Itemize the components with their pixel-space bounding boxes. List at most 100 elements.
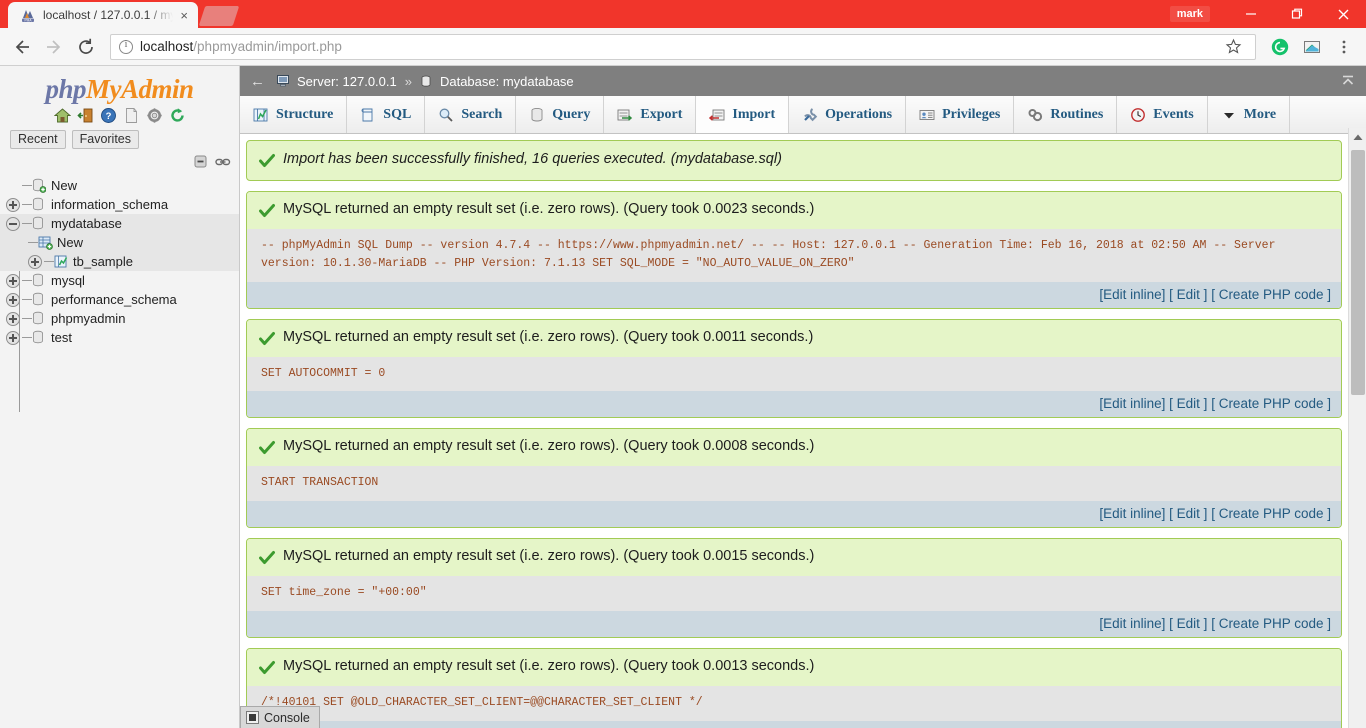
tab-query[interactable]: Query xyxy=(516,96,605,133)
phpmyadmin-logo[interactable]: phpMyAdmin xyxy=(0,76,239,103)
site-info-icon[interactable] xyxy=(119,39,133,54)
chevron-down-icon xyxy=(1221,107,1237,123)
collapse-all-icon[interactable] xyxy=(194,154,210,170)
grammarly-icon[interactable] xyxy=(1266,33,1294,61)
tree-label[interactable]: New xyxy=(57,235,83,250)
back-button[interactable] xyxy=(8,33,36,61)
tree-label[interactable]: New xyxy=(51,178,77,193)
scrollbar-thumb[interactable] xyxy=(1351,150,1365,395)
tab-routines[interactable]: Routines xyxy=(1014,96,1118,133)
back-icon[interactable]: ← xyxy=(248,73,271,90)
edit-inline-link[interactable]: [Edit inline] xyxy=(1099,287,1165,302)
tree-label[interactable]: performance_schema xyxy=(51,292,177,307)
create-php-code-link[interactable]: [ Create PHP code ] xyxy=(1211,616,1331,631)
collapse-toggle[interactable] xyxy=(6,216,20,231)
forward-button[interactable] xyxy=(40,33,68,61)
tab-label: Structure xyxy=(276,106,334,122)
home-icon[interactable] xyxy=(53,107,71,124)
query-sql-text[interactable]: SET AUTOCOMMIT = 0 xyxy=(247,356,1341,392)
structure-icon xyxy=(253,107,269,123)
edit-link[interactable]: [ Edit ] xyxy=(1169,506,1207,521)
tab-structure[interactable]: Structure xyxy=(240,96,348,133)
tree-item-test[interactable]: test xyxy=(0,328,239,347)
minimize-button[interactable] xyxy=(1228,0,1274,28)
edit-inline-link[interactable]: [Edit inline] xyxy=(1099,616,1165,631)
query-sql-text[interactable]: SET time_zone = "+00:00" xyxy=(247,576,1341,612)
edit-link[interactable]: [ Edit ] xyxy=(1169,616,1207,631)
tree-label[interactable]: test xyxy=(51,330,72,345)
database-tree: New information_schema mydatabase New tb… xyxy=(0,172,239,412)
tab-label: Import xyxy=(732,106,776,122)
console-toggle[interactable]: Console xyxy=(240,706,320,728)
expand-toggle[interactable] xyxy=(6,311,20,326)
edit-inline-link[interactable]: [Edit inline] xyxy=(1099,506,1165,521)
browser-tab[interactable]: PMA localhost / 127.0.0.1 / my × xyxy=(8,2,198,28)
expand-toggle[interactable] xyxy=(28,254,42,269)
edit-link[interactable]: [ Edit ] xyxy=(1169,396,1207,411)
check-icon xyxy=(259,203,275,219)
create-php-code-link[interactable]: [ Create PHP code ] xyxy=(1211,396,1331,411)
tree-item-mysql[interactable]: mysql xyxy=(0,271,239,290)
reload-icon[interactable] xyxy=(169,107,186,124)
logout-icon[interactable] xyxy=(76,107,94,124)
create-php-code-link[interactable]: [ Create PHP code ] xyxy=(1211,287,1331,302)
reload-button[interactable] xyxy=(72,33,100,61)
settings-icon[interactable] xyxy=(146,107,163,124)
tab-search[interactable]: Search xyxy=(425,96,517,133)
tree-item-tb-sample[interactable]: tb_sample xyxy=(0,252,239,271)
tree-item-new-table[interactable]: New xyxy=(0,233,239,252)
tab-events[interactable]: Events xyxy=(1117,96,1208,133)
tab-label: Routines xyxy=(1050,106,1104,122)
tree-item-phpmyadmin[interactable]: phpmyadmin xyxy=(0,309,239,328)
browser-titlebar: PMA localhost / 127.0.0.1 / my × mark xyxy=(0,0,1366,28)
edit-inline-link[interactable]: [Edit inline] xyxy=(1099,396,1165,411)
breadcrumb: ← Server: 127.0.0.1 » Database: mydataba… xyxy=(240,66,1366,96)
tab-operations[interactable]: Operations xyxy=(789,96,907,133)
query-sql-text[interactable]: START TRANSACTION xyxy=(247,466,1341,502)
docs-icon[interactable] xyxy=(123,107,140,124)
help-icon[interactable]: ? xyxy=(100,107,117,124)
tree-label[interactable]: mysql xyxy=(51,273,85,288)
page-scrollbar[interactable] xyxy=(1348,128,1366,728)
tree-item-mydatabase[interactable]: mydatabase xyxy=(0,214,239,233)
tree-label[interactable]: tb_sample xyxy=(73,254,133,269)
profile-name[interactable]: mark xyxy=(1169,6,1210,22)
favorites-tab[interactable]: Favorites xyxy=(71,130,140,149)
query-sql-text[interactable]: /*!40101 SET @OLD_CHARACTER_SET_CLIENT=@… xyxy=(247,686,1341,721)
recent-tab[interactable]: Recent xyxy=(10,130,66,149)
server-label[interactable]: Server: 127.0.0.1 xyxy=(297,74,397,89)
create-php-code-link[interactable]: [ Create PHP code ] xyxy=(1211,506,1331,521)
star-icon[interactable] xyxy=(1219,33,1247,61)
maximize-button[interactable] xyxy=(1274,0,1320,28)
tab-export[interactable]: Export xyxy=(604,96,697,133)
tree-item-new-db[interactable]: New xyxy=(0,176,239,195)
address-bar[interactable]: localhost/phpmyadmin/import.php xyxy=(110,33,1256,61)
link-with-main-panel-icon[interactable] xyxy=(215,154,231,170)
scroll-up-button[interactable] xyxy=(1349,128,1366,146)
result-message-text: MySQL returned an empty result set (i.e.… xyxy=(283,548,815,565)
tree-label[interactable]: mydatabase xyxy=(51,216,122,231)
db-icon xyxy=(32,273,46,288)
tab-more[interactable]: More xyxy=(1208,96,1291,133)
collapse-navigation-icon[interactable] xyxy=(1340,73,1356,92)
expand-toggle[interactable] xyxy=(6,273,20,288)
extension-icon[interactable] xyxy=(1298,33,1326,61)
tree-item-information-schema[interactable]: information_schema xyxy=(0,195,239,214)
tree-label[interactable]: information_schema xyxy=(51,197,168,212)
new-tab-button[interactable] xyxy=(198,6,240,26)
close-icon[interactable]: × xyxy=(180,9,188,22)
expand-toggle[interactable] xyxy=(6,292,20,307)
edit-link[interactable]: [ Edit ] xyxy=(1169,287,1207,302)
tab-label: Privileges xyxy=(942,106,1001,122)
close-button[interactable] xyxy=(1320,0,1366,28)
tree-item-performance-schema[interactable]: performance_schema xyxy=(0,290,239,309)
tree-label[interactable]: phpmyadmin xyxy=(51,311,125,326)
chrome-menu-icon[interactable] xyxy=(1330,33,1358,61)
expand-toggle[interactable] xyxy=(6,330,20,345)
query-sql-text[interactable]: -- phpMyAdmin SQL Dump -- version 4.7.4 … xyxy=(247,229,1341,282)
tab-sql[interactable]: SQL xyxy=(347,96,426,133)
tab-import[interactable]: Import xyxy=(696,96,790,133)
expand-toggle[interactable] xyxy=(6,197,20,212)
database-label[interactable]: Database: mydatabase xyxy=(440,74,574,89)
tab-privileges[interactable]: Privileges xyxy=(906,96,1015,133)
